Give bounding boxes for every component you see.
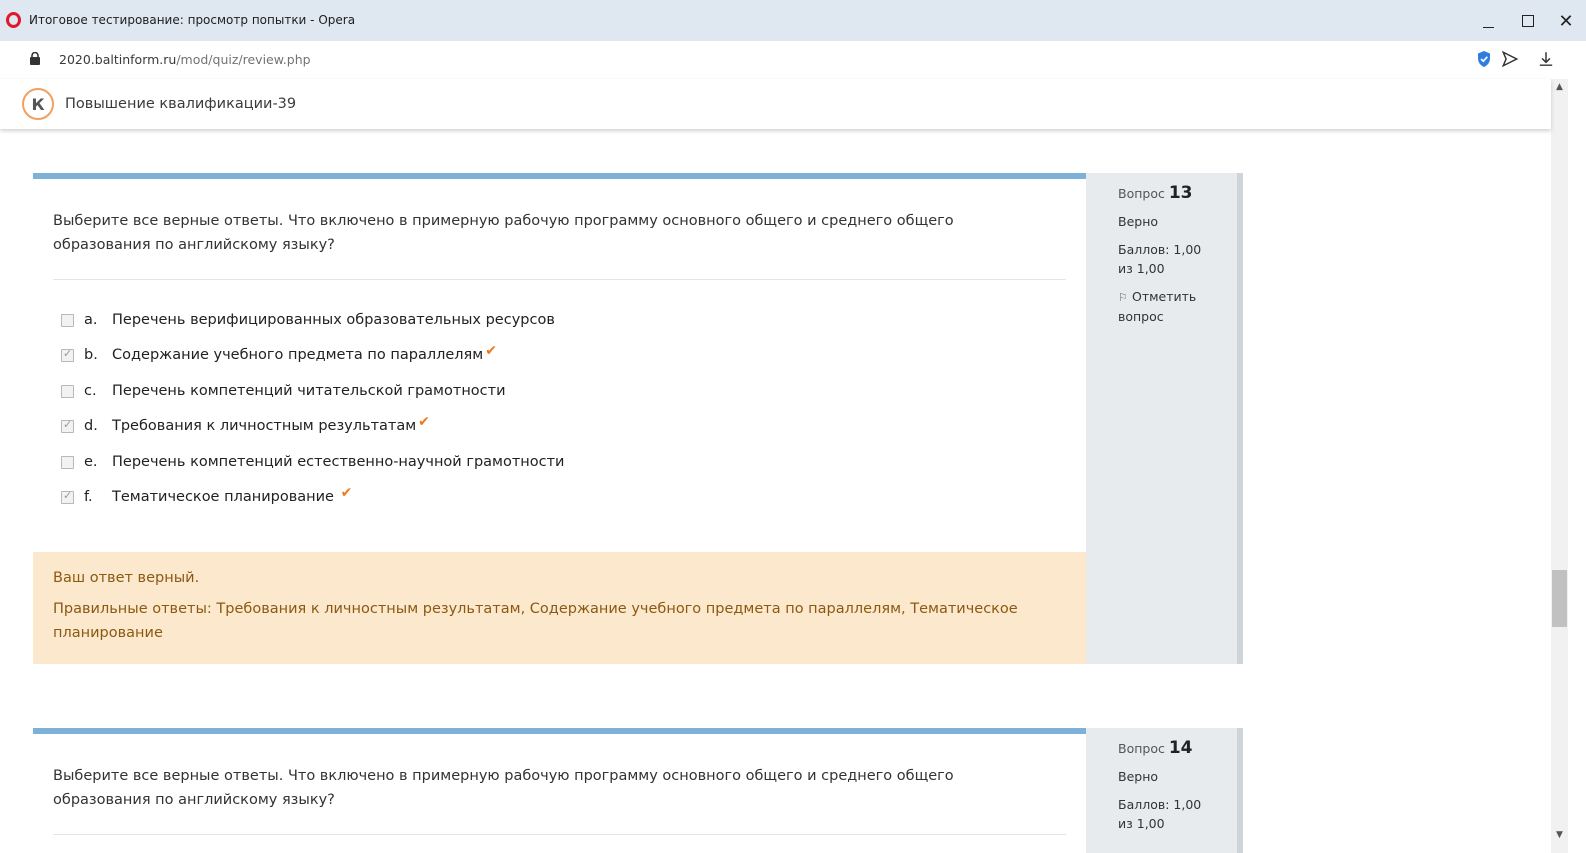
- minimize-button[interactable]: [1468, 6, 1508, 36]
- answer-option-a[interactable]: a. Перечень верифицированных образовател…: [61, 309, 555, 331]
- checkbox[interactable]: [61, 384, 74, 398]
- site-header: К Повышение квалификации-39: [0, 79, 1551, 129]
- correct-check-icon: ✔: [340, 485, 353, 501]
- close-button[interactable]: ✕: [1546, 6, 1586, 36]
- url-text[interactable]: 2020.baltinform.ru/mod/quiz/review.php: [59, 52, 311, 67]
- site-name[interactable]: Повышение квалификации-39: [65, 96, 296, 112]
- question-score: Баллов: 1,00 из 1,00: [1118, 797, 1202, 831]
- question-status: Верно: [1118, 214, 1159, 229]
- answer-text: Перечень компетенций естественно-научной…: [112, 454, 565, 470]
- question-text: Выберите все верные ответы. Что включено…: [53, 768, 954, 808]
- window-titlebar: Итоговое тестирование: просмотр попытки …: [0, 0, 1586, 41]
- question-number-label: Вопрос: [1118, 186, 1165, 201]
- answer-text: Тематическое планирование: [112, 489, 339, 505]
- question-number: 14: [1168, 738, 1193, 758]
- answer-option-c[interactable]: c. Перечень компетенций читательской гра…: [61, 380, 506, 402]
- scrollbar-track[interactable]: [1551, 79, 1568, 853]
- flag-icon: ⚐: [1118, 291, 1128, 304]
- divider: [53, 279, 1066, 280]
- answer-letter: f.: [84, 489, 93, 505]
- checkbox[interactable]: [61, 347, 74, 362]
- question-number: 13: [1168, 183, 1193, 203]
- maximize-icon: [1522, 15, 1534, 27]
- shield-check-icon[interactable]: [1475, 50, 1493, 68]
- flag-question-link[interactable]: ⚐ Отметить вопрос: [1118, 287, 1218, 326]
- checkbox[interactable]: [61, 313, 74, 327]
- url-path: /mod/quiz/review.php: [176, 52, 311, 67]
- answer-option-b[interactable]: b. Содержание учебного предмета по парал…: [61, 343, 497, 366]
- right-answer-text: Правильные ответы: Требования к личностн…: [53, 601, 1018, 641]
- answer-option-f[interactable]: f. Тематическое планирование ✔: [61, 485, 353, 508]
- window-title: Итоговое тестирование: просмотр попытки …: [29, 13, 356, 27]
- answer-text: Требования к личностным результатам: [112, 418, 417, 434]
- checkbox[interactable]: [61, 489, 74, 504]
- answer-text: Перечень верифицированных образовательны…: [112, 312, 555, 328]
- question-13-content: Выберите все верные ответы. Что включено…: [33, 173, 1086, 664]
- checkbox[interactable]: [61, 418, 74, 433]
- scrollbar-thumb[interactable]: [1552, 570, 1567, 627]
- scroll-up-arrow-icon[interactable]: ▲: [1551, 82, 1568, 92]
- site-logo[interactable]: К: [22, 88, 54, 120]
- answer-letter: a.: [84, 312, 98, 328]
- maximize-button[interactable]: [1508, 6, 1548, 36]
- scroll-down-arrow-icon[interactable]: ▼: [1551, 830, 1568, 840]
- minimize-icon: [1482, 26, 1494, 28]
- flag-question-label: Отметить вопрос: [1118, 289, 1197, 324]
- answer-option-e[interactable]: e. Перечень компетенций естественно-науч…: [61, 451, 564, 473]
- question-status: Верно: [1118, 769, 1159, 784]
- send-icon[interactable]: [1501, 50, 1519, 68]
- answer-text: Перечень компетенций читательской грамот…: [112, 383, 506, 399]
- answer-letter: c.: [84, 383, 97, 399]
- download-icon[interactable]: [1537, 50, 1555, 68]
- feedback-text: Ваш ответ верный.: [53, 570, 200, 586]
- answer-letter: e.: [84, 454, 98, 470]
- checkbox[interactable]: [61, 455, 74, 469]
- feedback-box: Ваш ответ верный. Правильные ответы: Тре…: [33, 552, 1086, 664]
- question-number-label: Вопрос: [1118, 741, 1165, 756]
- opera-logo-icon: [6, 12, 21, 28]
- question-14-info: Вопрос 14 Верно Баллов: 1,00 из 1,00: [1086, 728, 1243, 853]
- question-score: Баллов: 1,00 из 1,00: [1118, 242, 1202, 276]
- url-domain: 2020.baltinform.ru: [59, 52, 177, 67]
- correct-check-icon: ✔: [485, 343, 497, 359]
- divider: [53, 834, 1066, 835]
- question-text: Выберите все верные ответы. Что включено…: [53, 213, 954, 253]
- answer-letter: d.: [84, 418, 98, 434]
- answer-option-d[interactable]: d. Требования к личностным результатам ✔: [61, 414, 430, 437]
- correct-check-icon: ✔: [418, 414, 430, 430]
- question-13-info: Вопрос 13 Верно Баллов: 1,00 из 1,00 ⚐ О…: [1086, 173, 1243, 664]
- answer-text: Содержание учебного предмета по параллел…: [112, 347, 484, 363]
- lock-icon: [30, 52, 40, 65]
- answer-letter: b.: [84, 347, 98, 363]
- question-14-content: Выберите все верные ответы. Что включено…: [33, 728, 1086, 853]
